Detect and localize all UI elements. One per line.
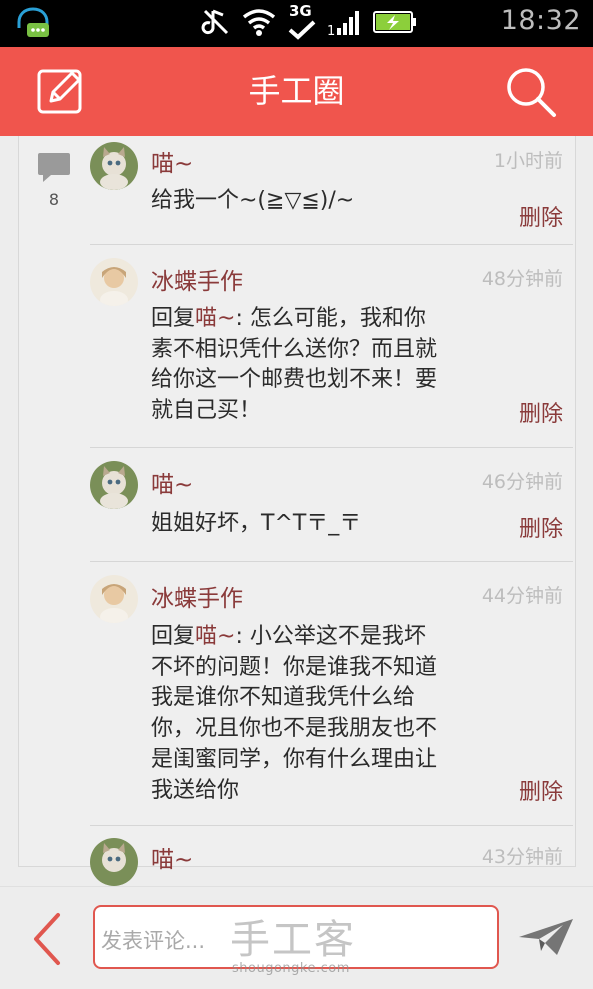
comment-author[interactable]: 喵~: [151, 465, 193, 499]
delete-button[interactable]: 删除: [519, 200, 563, 232]
comment-time: 48分钟前: [481, 268, 563, 290]
delete-button[interactable]: 删除: [519, 396, 563, 428]
watermark-url: shougongke.com: [232, 961, 350, 976]
status-icons: 3G 1: [201, 2, 417, 41]
list-item: 喵~ 46分钟前 姐姐好坏，T^T〒_〒 删除: [90, 447, 573, 562]
list-item: 喵~ 43分钟前: [90, 838, 573, 886]
avatar[interactable]: [90, 258, 138, 306]
signal-icon: 1: [327, 8, 363, 40]
status-time: 18:32: [500, 5, 581, 36]
app-bar: 手工圈: [0, 47, 593, 136]
wifi-icon: [241, 7, 277, 41]
comment-count: 8: [36, 152, 72, 209]
delete-button[interactable]: 删除: [519, 774, 563, 806]
avatar[interactable]: [90, 461, 138, 509]
comment-time: 43分钟前: [481, 846, 563, 868]
avatar[interactable]: [90, 142, 138, 190]
svg-text:1: 1: [327, 24, 335, 36]
comment-text: 回复喵~: 怎么可能，我和你素不相识凭什么送你？而且就给你这一个邮费也划不来！要…: [151, 306, 438, 424]
notification-chat-icon: [14, 6, 52, 42]
comment-list[interactable]: 8 喵~ 1小时前 给我一个~(≧▽≦)/~ 删除 冰蝶手作 48分钟前 回复喵…: [0, 136, 593, 886]
avatar[interactable]: [90, 575, 138, 623]
comment-input-placeholder: 发表评论...: [101, 929, 206, 953]
comment-text: 姐姐好坏，T^T〒_〒: [151, 511, 362, 536]
list-item: 冰蝶手作 48分钟前 回复喵~: 怎么可能，我和你素不相识凭什么送你？而且就给你…: [90, 244, 573, 448]
send-icon[interactable]: [517, 917, 575, 957]
watermark-logo: 手工客: [230, 917, 356, 963]
list-item: 冰蝶手作 44分钟前 回复喵~: 小公举这不是我坏不坏的问题！你是谁我不知道我是…: [90, 561, 573, 826]
comment-author[interactable]: 冰蝶手作: [151, 262, 243, 296]
comment-text: 回复喵~: 小公举这不是我坏不坏的问题！你是谁我不知道我是谁你不知道我凭什么给你…: [151, 624, 438, 803]
comment-text: 给我一个~(≧▽≦)/~: [151, 188, 355, 213]
comment-time: 1小时前: [493, 150, 563, 172]
delete-button[interactable]: 删除: [519, 511, 563, 543]
comment-time: 46分钟前: [481, 471, 563, 493]
3g-icon: 3G: [287, 2, 317, 40]
reply-to-name[interactable]: 喵~: [195, 624, 235, 649]
back-arrow-icon[interactable]: [28, 911, 66, 967]
search-icon[interactable]: [504, 65, 559, 120]
mute-icon: [201, 7, 231, 41]
comment-author[interactable]: 喵~: [151, 144, 193, 178]
list-item: 喵~ 1小时前 给我一个~(≧▽≦)/~ 删除: [90, 142, 573, 245]
battery-icon: [373, 9, 417, 39]
status-bar: 3G 1 18:32: [0, 0, 593, 47]
comment-icon: [38, 153, 70, 182]
comment-count-value: 8: [48, 190, 60, 209]
comment-composer: 发表评论... 手工客 shougongke.com: [0, 886, 593, 989]
reply-to-name[interactable]: 喵~: [195, 306, 235, 331]
comment-author[interactable]: 喵~: [151, 840, 193, 874]
comment-author[interactable]: 冰蝶手作: [151, 579, 243, 613]
comment-time: 44分钟前: [481, 585, 563, 607]
avatar[interactable]: [90, 838, 138, 886]
